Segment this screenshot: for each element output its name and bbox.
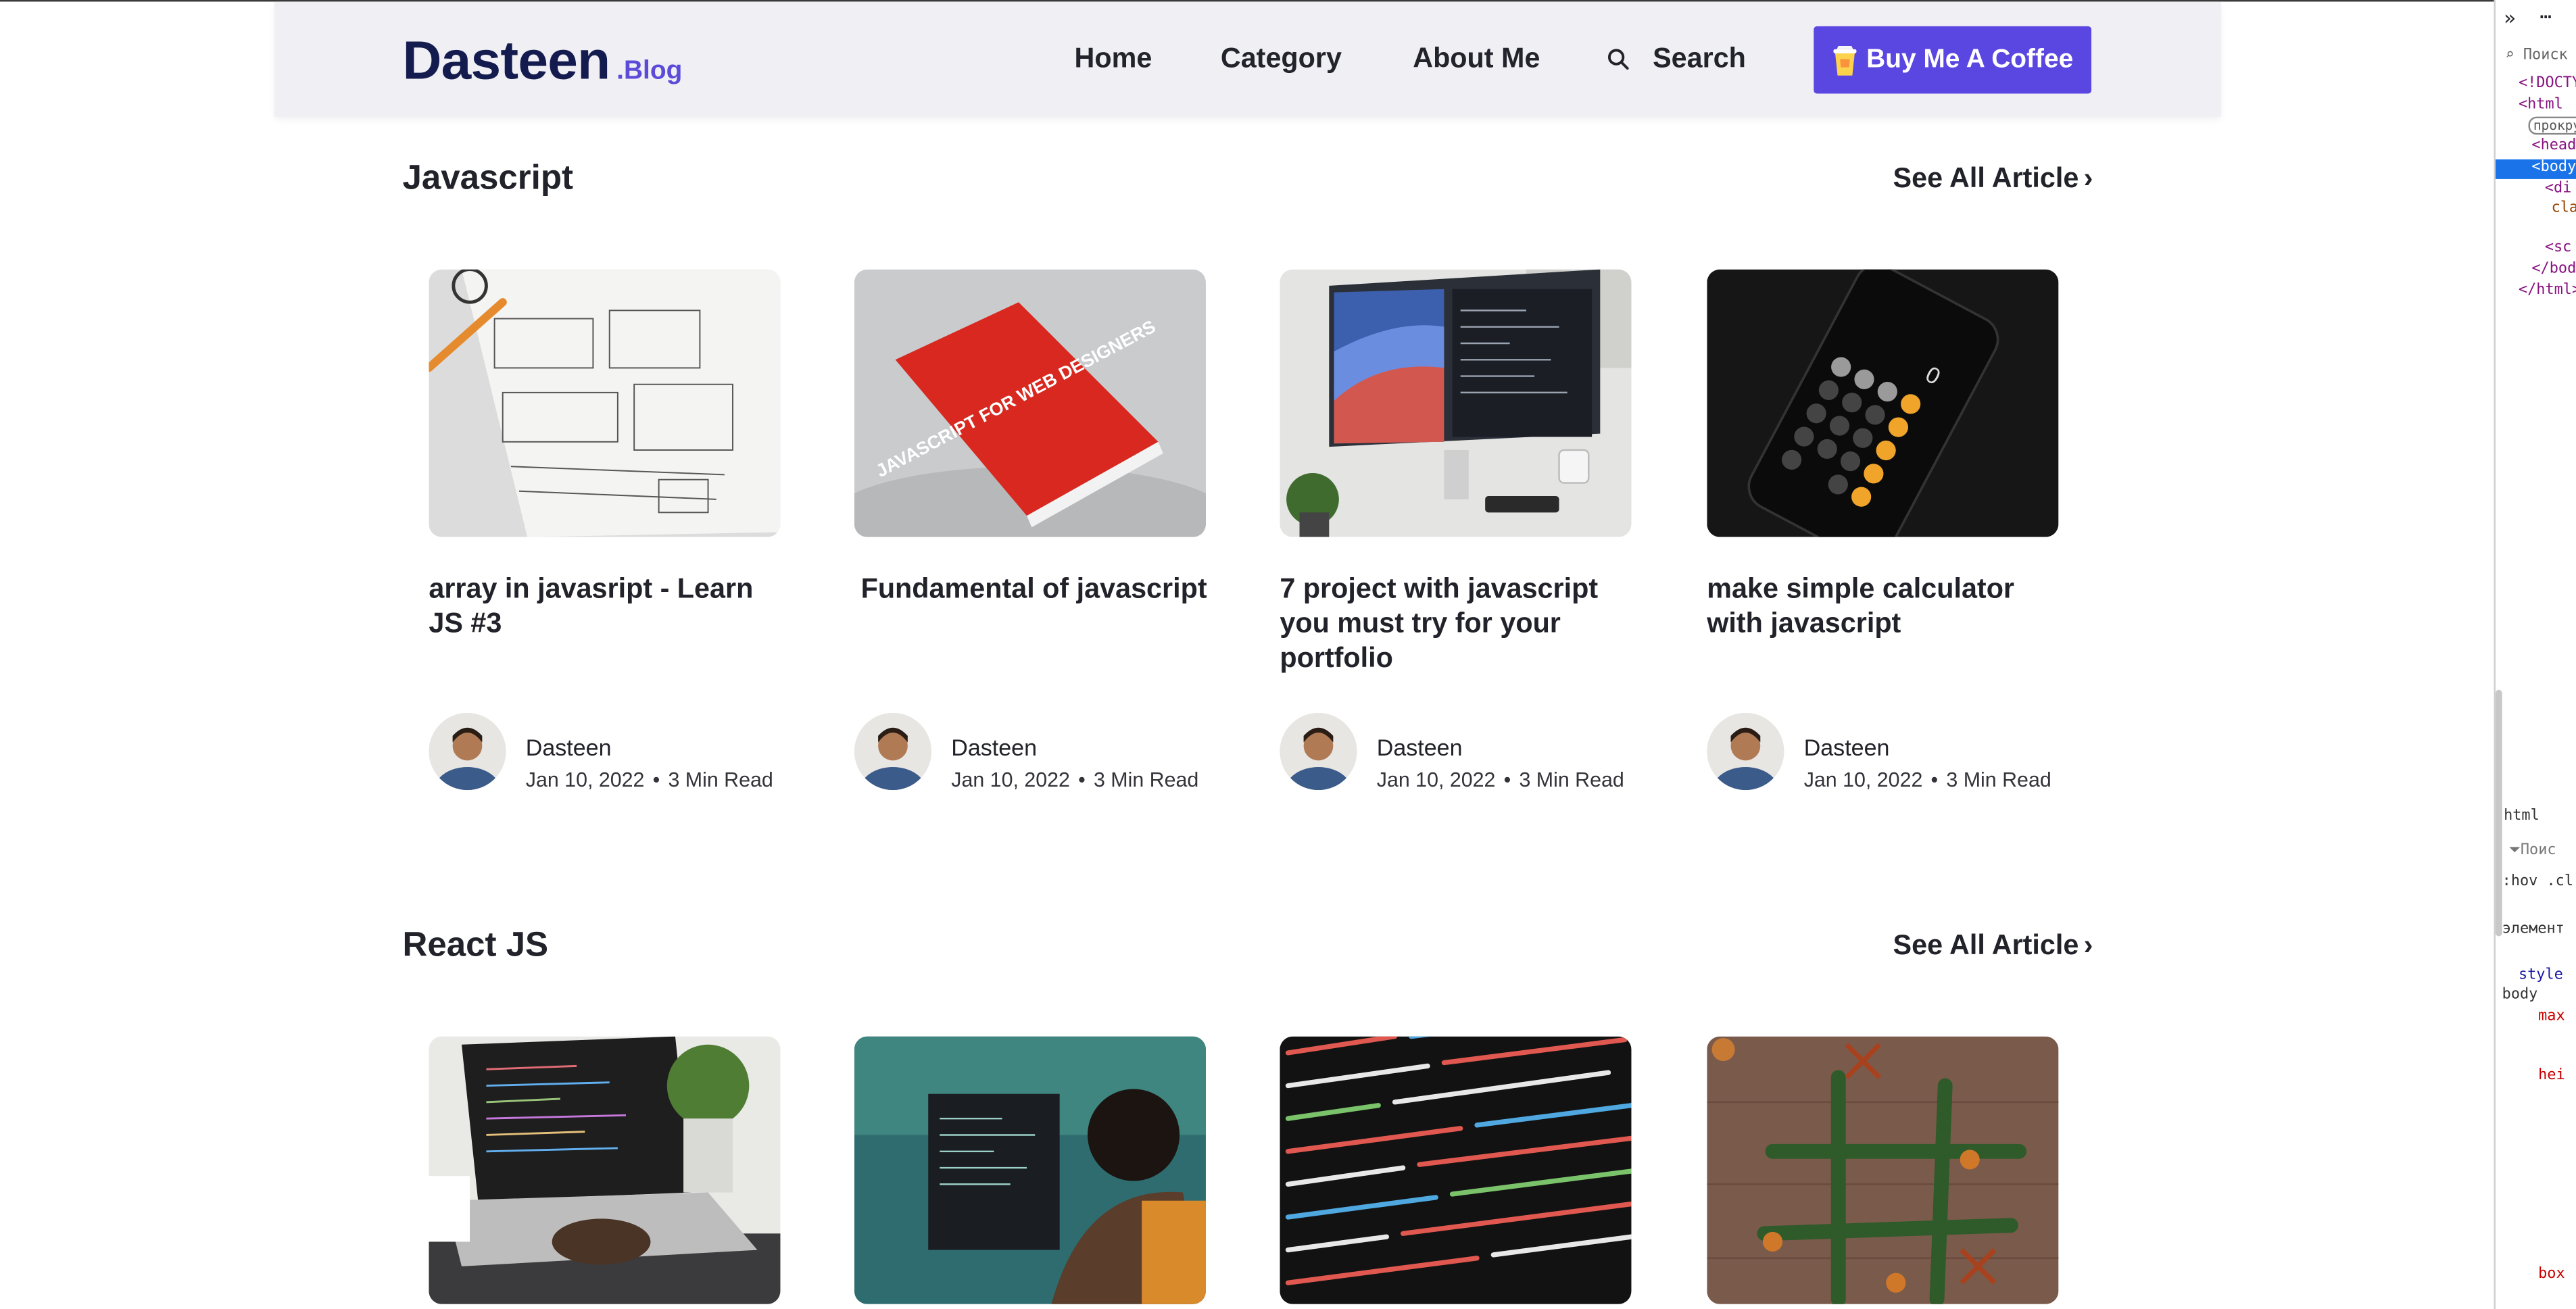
article-meta: Jan 10, 2022 • 3 Min Read [1804,768,2051,791]
logo-main-text: Dasteen [402,29,610,91]
author-avatar [429,712,506,791]
section-title-javascript: Javascript [402,159,574,197]
site-logo[interactable]: Dasteen .Blog [402,30,682,92]
site-header: Dasteen .Blog Home Category About Me Sear… [274,1,2222,117]
nav-home[interactable]: Home [1075,43,1152,76]
see-all-articles-react[interactable]: See All Article › [1893,930,2093,963]
article-title[interactable]: make simple calculator with javascript [1707,572,2058,641]
author-name[interactable]: Dasteen [1377,734,1463,760]
read-time: 3 Min Read [1946,768,2051,792]
article-title[interactable]: Fundamental of javascript [861,572,1213,606]
read-time: 3 Min Read [1519,768,1624,792]
page: Dasteen .Blog Home Category About Me Sear… [0,0,2576,1309]
author-avatar [1707,712,1784,791]
see-all-label: See All Article [1893,929,2079,961]
article-title[interactable]: array in javasript - Learn JS #3 [429,572,780,641]
devtools-line[interactable]: <html [2519,97,2563,113]
coffee-cup-icon [1833,45,1857,75]
devtools-search[interactable]: ⌕ Поиск [2506,47,2568,64]
devtools-hov-toggle[interactable]: :hov .cl [2502,874,2573,890]
devtools-more-icon[interactable]: ⋯ [2540,5,2552,28]
devtools-line[interactable]: <!DOCTY [2519,76,2576,92]
nav-search[interactable]: Search [1653,43,1746,76]
devtools-expand-icon[interactable]: » [2504,7,2516,30]
devtools-filter[interactable]: ⏷Поис [2508,843,2556,859]
separator-dot: • [1078,768,1086,792]
devtools-scrollbar[interactable] [2495,689,2502,937]
article-date: Jan 10, 2022 [1376,768,1496,792]
devtools-selector: body [2502,987,2538,1004]
devtools-line[interactable]: <sc [2545,240,2572,256]
article-thumbnail[interactable] [1280,1036,1632,1304]
author-name[interactable]: Dasteen [1804,734,1890,760]
see-all-articles-javascript[interactable]: See All Article › [1893,163,2093,196]
separator-dot: • [1503,768,1511,792]
article-meta: Jan 10, 2022 • 3 Min Read [951,768,1198,791]
devtools-line[interactable]: <head [2531,138,2576,154]
devtools-line[interactable]: <di [2545,180,2572,197]
devtools-search-placeholder: Поиск [2523,47,2568,64]
devtools-breadcrumb[interactable]: html [2504,808,2539,824]
devtools-badge[interactable]: прокру [2528,116,2576,135]
devtools-line[interactable]: </html> [2519,282,2576,299]
devtools-line[interactable]: </bod [2531,261,2576,277]
author-avatar [1280,712,1357,791]
author-avatar [854,712,932,791]
nav-category[interactable]: Category [1221,43,1342,76]
article-thumbnail[interactable] [1280,269,1632,537]
article-title[interactable]: 7 project with javascript you must try f… [1280,572,1631,675]
coffee-button-label: Buy Me A Coffee [1866,45,2074,74]
devtools-property[interactable]: box [2538,1266,2565,1283]
devtools-property[interactable]: hei [2538,1068,2565,1084]
devtools-panel: » ⋯ ⌕ Поиск <!DOCTY <html прокру <head <… [2494,0,2576,1309]
devtools-property[interactable]: max [2538,1008,2565,1024]
chevron-right-icon: › [2083,162,2093,194]
article-date: Jan 10, 2022 [525,768,645,792]
article-thumbnail[interactable] [1707,1036,2059,1304]
article-meta: Jan 10, 2022 • 3 Min Read [526,768,773,791]
buy-me-a-coffee-button[interactable]: Buy Me A Coffee [1814,26,2092,94]
search-icon[interactable] [1607,47,1630,70]
separator-dot: • [652,768,660,792]
devtools-line[interactable]: cla [2552,201,2576,217]
separator-dot: • [1930,768,1939,792]
author-name[interactable]: Dasteen [951,734,1037,760]
article-thumbnail[interactable]: 0 [1707,269,2059,537]
devtools-filter-label: Поис [2520,842,2556,860]
devtools-element-style: элемент [2502,921,2565,938]
author-name[interactable]: Dasteen [526,734,612,760]
nav-about-me[interactable]: About Me [1413,43,1540,76]
article-thumbnail[interactable] [854,1036,1206,1304]
logo-sub-text: .Blog [616,57,683,86]
article-thumbnail[interactable] [429,1036,781,1304]
devtools-style-source[interactable]: style [2519,968,2563,984]
devtools-line[interactable]: <body [2531,159,2576,176]
article-thumbnail[interactable] [429,269,781,537]
read-time: 3 Min Read [668,768,773,792]
article-date: Jan 10, 2022 [1803,768,1923,792]
article-date: Jan 10, 2022 [951,768,1070,792]
article-thumbnail[interactable]: JAVASCRIPT FOR WEB DESIGNERS [854,269,1206,537]
section-title-react-js: React JS [402,926,549,964]
read-time: 3 Min Read [1093,768,1199,792]
chevron-right-icon: › [2083,929,2093,961]
see-all-label: See All Article [1893,162,2079,194]
article-meta: Jan 10, 2022 • 3 Min Read [1377,768,1624,791]
